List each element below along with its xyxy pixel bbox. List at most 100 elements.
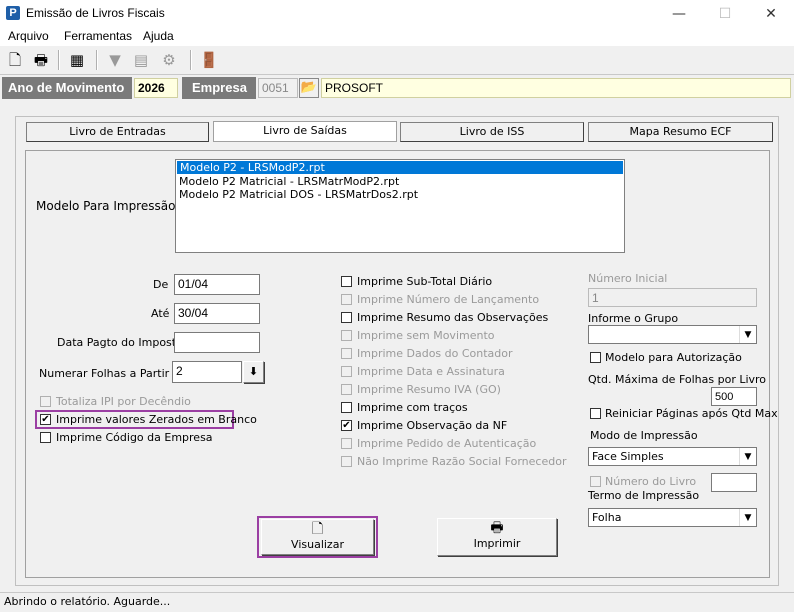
option-label: Imprime Resumo das Observações (357, 311, 549, 324)
option-checkbox (341, 330, 352, 341)
toolbar-separator (96, 50, 98, 70)
calculator-icon[interactable]: ▦ (66, 49, 88, 71)
numero-livro-checkbox (590, 476, 601, 487)
codigo-empresa-checkbox[interactable] (40, 432, 51, 443)
grupo-select[interactable]: ▼ (588, 325, 757, 344)
menu-bar: Arquivo Ferramentas Ajuda (0, 28, 794, 47)
list-item[interactable]: Modelo P2 Matricial - LRSMatrModP2.rpt (176, 175, 624, 188)
pagto-field[interactable] (174, 332, 260, 353)
toolbar: 🗋 🖶 ▦ ▼ ▤ ⚙ 🚪 (0, 46, 794, 75)
option-label: Imprime Dados do Contador (357, 347, 513, 360)
reiniciar-checkbox[interactable] (590, 408, 601, 419)
preview-icon[interactable]: 🗋 (4, 49, 26, 71)
empresa-label: Empresa (182, 77, 256, 99)
disabled-tool-icon: ▼ (109, 51, 121, 69)
download-arrow-icon[interactable]: ⬇ (243, 361, 264, 383)
status-bar: Abrindo o relatório. Aguarde... (0, 592, 794, 612)
totaliza-label: Totaliza IPI por Decêndio (56, 395, 191, 408)
window-title: Emissão de Livros Fiscais (26, 6, 165, 20)
printer-icon: 🖶 (490, 520, 504, 536)
menu-ajuda[interactable]: Ajuda (143, 29, 174, 43)
termo-select[interactable]: Folha ▼ (588, 508, 757, 527)
numerar-label: Numerar Folhas a Partir de (39, 367, 187, 380)
tab-mapa-resumo-ecf[interactable]: Mapa Resumo ECF (588, 122, 773, 142)
numerar-field[interactable]: 2 (172, 361, 242, 383)
settings-icon: ⚙ (162, 51, 176, 69)
visualizar-button[interactable]: 🗋 Visualizar (261, 519, 374, 555)
option-checkbox (341, 348, 352, 359)
pagto-label: Data Pagto do Imposto (57, 336, 183, 349)
option-label: Imprime Data e Assinatura (357, 365, 505, 378)
option-checkbox[interactable] (341, 402, 352, 413)
ate-field[interactable]: 30/04 (174, 303, 260, 324)
visualizar-label: Visualizar (291, 538, 344, 551)
de-label: De (153, 278, 169, 291)
empresa-code-field: 0051 (258, 78, 298, 98)
menu-arquivo[interactable]: Arquivo (8, 29, 49, 43)
termo-value: Folha (592, 511, 622, 524)
autorizacao-label: Modelo para Autorização (605, 351, 742, 364)
list-item[interactable]: Modelo P2 - LRSModP2.rpt (177, 161, 623, 174)
list-item[interactable]: Modelo P2 Matricial DOS - LRSMatrDos2.rp… (176, 188, 624, 201)
option-label: Imprime Sub-Total Diário (357, 275, 493, 288)
zerados-checkbox[interactable]: ✔ (40, 414, 51, 425)
qtd-field[interactable]: 500 (711, 387, 757, 406)
option-checkbox[interactable]: ✔ (341, 420, 352, 431)
menu-ferramentas[interactable]: Ferramentas (64, 29, 132, 43)
autorizacao-checkbox[interactable] (590, 352, 601, 363)
tab-livro-iss[interactable]: Livro de ISS (400, 122, 584, 142)
grupo-label: Informe o Grupo (588, 312, 679, 325)
open-folder-icon[interactable]: 📂 (299, 78, 319, 98)
totaliza-checkbox (40, 396, 51, 407)
modo-select[interactable]: Face Simples ▼ (588, 447, 757, 466)
option-label: Imprime com traços (357, 401, 468, 414)
numero-inicial-field: 1 (588, 288, 757, 307)
chevron-down-icon: ▼ (739, 448, 756, 465)
option-checkbox[interactable] (341, 276, 352, 287)
option-checkbox (341, 438, 352, 449)
tab-livro-saidas[interactable]: Livro de Saídas (213, 121, 397, 142)
chevron-down-icon: ▼ (739, 326, 756, 343)
option-label: Imprime sem Movimento (357, 329, 495, 342)
printer-icon[interactable]: 🖶 (30, 49, 52, 71)
exit-door-icon[interactable]: 🚪 (198, 49, 220, 71)
maximize-button[interactable]: ☐ (702, 0, 748, 28)
imprimir-label: Imprimir (473, 537, 521, 550)
minimize-button[interactable]: — (656, 0, 702, 28)
title-bar: P Emissão de Livros Fiscais — ☐ ✕ (0, 0, 794, 28)
numero-livro-label: Número do Livro (605, 475, 697, 488)
numero-inicial-label: Número Inicial (588, 272, 668, 285)
qtd-label: Qtd. Máxima de Folhas por Livro (588, 373, 767, 386)
imprimir-button[interactable]: 🖶 Imprimir (437, 518, 557, 556)
option-checkbox (341, 294, 352, 305)
ano-movimento-label: Ano de Movimento (2, 77, 132, 99)
document-list-icon: ▤ (133, 51, 149, 69)
option-label: Imprime Número de Lançamento (357, 293, 540, 306)
option-checkbox[interactable] (341, 312, 352, 323)
toolbar-separator (190, 50, 192, 70)
preview-icon: 🗋 (311, 521, 324, 537)
option-label: Imprime Observação da NF (357, 419, 508, 432)
zerados-label: Imprime valores Zerados em Branco (56, 413, 257, 426)
ano-movimento-field[interactable]: 2026 (134, 78, 178, 98)
reiniciar-label: Reiniciar Páginas após Qtd Max (605, 407, 778, 420)
modelo-listbox[interactable]: Modelo P2 - LRSModP2.rpt Modelo P2 Matri… (175, 159, 625, 253)
option-label: Imprime Resumo IVA (GO) (357, 383, 501, 396)
numero-livro-field[interactable] (711, 473, 757, 492)
ate-label: Até (151, 307, 170, 320)
tab-livro-entradas[interactable]: Livro de Entradas (26, 122, 209, 142)
modo-label: Modo de Impressão (590, 429, 698, 442)
de-field[interactable]: 01/04 (174, 274, 260, 295)
codigo-empresa-label: Imprime Código da Empresa (56, 431, 213, 444)
option-checkbox (341, 456, 352, 467)
modo-value: Face Simples (592, 450, 664, 463)
chevron-down-icon: ▼ (739, 509, 756, 526)
toolbar-separator (58, 50, 60, 70)
option-checkbox (341, 366, 352, 377)
option-label: Não Imprime Razão Social Fornecedor (357, 455, 567, 468)
modelo-label: Modelo Para Impressão (36, 199, 176, 213)
close-button[interactable]: ✕ (748, 0, 794, 28)
empresa-name-field: PROSOFT (321, 78, 791, 98)
option-checkbox (341, 384, 352, 395)
termo-label: Termo de Impressão (588, 489, 700, 502)
